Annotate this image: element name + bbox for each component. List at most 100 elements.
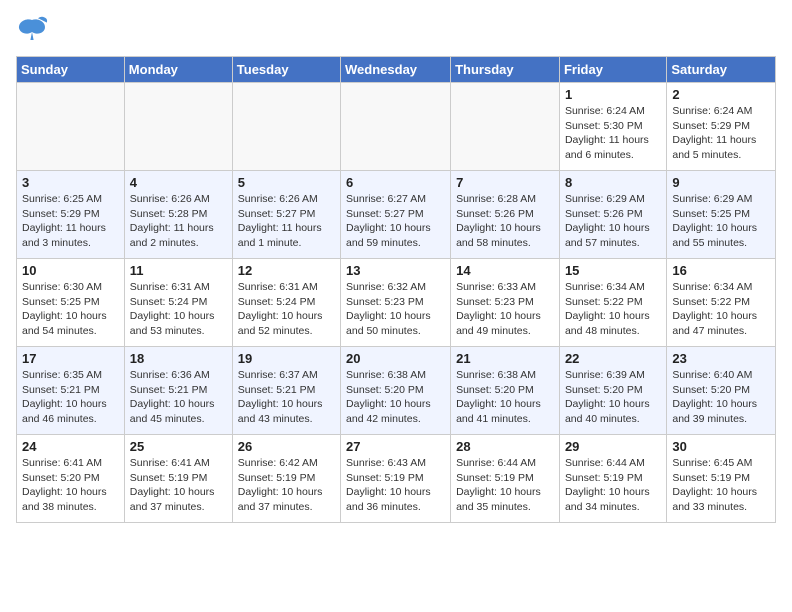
day-number: 4 xyxy=(130,175,227,190)
day-detail: Sunrise: 6:45 AM Sunset: 5:19 PM Dayligh… xyxy=(672,456,770,515)
day-number: 27 xyxy=(346,439,445,454)
calendar-day-cell: 5 Sunrise: 6:26 AM Sunset: 5:27 PM Daylig… xyxy=(232,171,340,259)
calendar-day-cell xyxy=(341,83,451,171)
day-detail: Sunrise: 6:44 AM Sunset: 5:19 PM Dayligh… xyxy=(565,456,661,515)
day-detail: Sunrise: 6:25 AM Sunset: 5:29 PM Dayligh… xyxy=(22,192,119,251)
calendar-day-cell: 26 Sunrise: 6:42 AM Sunset: 5:19 PM Dayli… xyxy=(232,435,340,523)
day-detail: Sunrise: 6:42 AM Sunset: 5:19 PM Dayligh… xyxy=(238,456,335,515)
calendar-day-cell: 17Sunrise: 6:35 AM Sunset: 5:21 PM Dayli… xyxy=(17,347,125,435)
calendar-day-cell: 9Sunrise: 6:29 AM Sunset: 5:25 PM Daylig… xyxy=(667,171,776,259)
day-detail: Sunrise: 6:29 AM Sunset: 5:26 PM Dayligh… xyxy=(565,192,661,251)
day-number: 28 xyxy=(456,439,554,454)
day-number: 15 xyxy=(565,263,661,278)
calendar-day-cell: 27 Sunrise: 6:43 AM Sunset: 5:19 PM Dayli… xyxy=(341,435,451,523)
calendar-day-cell xyxy=(451,83,560,171)
day-number: 19 xyxy=(238,351,335,366)
day-number: 21 xyxy=(456,351,554,366)
calendar-day-cell: 22 Sunrise: 6:39 AM Sunset: 5:20 PM Dayli… xyxy=(559,347,666,435)
day-detail: Sunrise: 6:26 AM Sunset: 5:27 PM Dayligh… xyxy=(238,192,335,251)
logo-icon xyxy=(16,16,48,44)
calendar-week-row: 1 Sunrise: 6:24 AM Sunset: 5:30 PM Daylig… xyxy=(17,83,776,171)
calendar-day-cell: 2Sunrise: 6:24 AM Sunset: 5:29 PM Daylig… xyxy=(667,83,776,171)
calendar-week-row: 10Sunrise: 6:30 AM Sunset: 5:25 PM Dayli… xyxy=(17,259,776,347)
calendar-day-cell: 12 Sunrise: 6:31 AM Sunset: 5:24 PM Dayli… xyxy=(232,259,340,347)
day-detail: Sunrise: 6:36 AM Sunset: 5:21 PM Dayligh… xyxy=(130,368,227,427)
day-detail: Sunrise: 6:38 AM Sunset: 5:20 PM Dayligh… xyxy=(456,368,554,427)
day-detail: Sunrise: 6:24 AM Sunset: 5:30 PM Dayligh… xyxy=(565,104,661,163)
day-number: 29 xyxy=(565,439,661,454)
day-number: 5 xyxy=(238,175,335,190)
weekday-header: Monday xyxy=(124,57,232,83)
calendar-week-row: 17Sunrise: 6:35 AM Sunset: 5:21 PM Dayli… xyxy=(17,347,776,435)
day-number: 10 xyxy=(22,263,119,278)
day-number: 3 xyxy=(22,175,119,190)
day-number: 14 xyxy=(456,263,554,278)
calendar-day-cell: 18 Sunrise: 6:36 AM Sunset: 5:21 PM Dayli… xyxy=(124,347,232,435)
calendar-day-cell: 29 Sunrise: 6:44 AM Sunset: 5:19 PM Dayli… xyxy=(559,435,666,523)
calendar-day-cell: 23 Sunrise: 6:40 AM Sunset: 5:20 PM Dayli… xyxy=(667,347,776,435)
calendar-day-cell: 1 Sunrise: 6:24 AM Sunset: 5:30 PM Daylig… xyxy=(559,83,666,171)
day-detail: Sunrise: 6:31 AM Sunset: 5:24 PM Dayligh… xyxy=(130,280,227,339)
day-number: 6 xyxy=(346,175,445,190)
day-detail: Sunrise: 6:27 AM Sunset: 5:27 PM Dayligh… xyxy=(346,192,445,251)
day-number: 13 xyxy=(346,263,445,278)
calendar-day-cell: 21 Sunrise: 6:38 AM Sunset: 5:20 PM Dayli… xyxy=(451,347,560,435)
day-detail: Sunrise: 6:38 AM Sunset: 5:20 PM Dayligh… xyxy=(346,368,445,427)
day-number: 12 xyxy=(238,263,335,278)
calendar-day-cell: 7Sunrise: 6:28 AM Sunset: 5:26 PM Daylig… xyxy=(451,171,560,259)
calendar-day-cell: 6 Sunrise: 6:27 AM Sunset: 5:27 PM Daylig… xyxy=(341,171,451,259)
logo xyxy=(16,16,52,44)
calendar-day-cell: 16Sunrise: 6:34 AM Sunset: 5:22 PM Dayli… xyxy=(667,259,776,347)
calendar-day-cell: 30 Sunrise: 6:45 AM Sunset: 5:19 PM Dayli… xyxy=(667,435,776,523)
weekday-header: Wednesday xyxy=(341,57,451,83)
calendar-day-cell: 8 Sunrise: 6:29 AM Sunset: 5:26 PM Daylig… xyxy=(559,171,666,259)
day-detail: Sunrise: 6:32 AM Sunset: 5:23 PM Dayligh… xyxy=(346,280,445,339)
day-number: 18 xyxy=(130,351,227,366)
calendar-day-cell: 15 Sunrise: 6:34 AM Sunset: 5:22 PM Dayli… xyxy=(559,259,666,347)
calendar-week-row: 24Sunrise: 6:41 AM Sunset: 5:20 PM Dayli… xyxy=(17,435,776,523)
day-detail: Sunrise: 6:37 AM Sunset: 5:21 PM Dayligh… xyxy=(238,368,335,427)
page-header xyxy=(16,16,776,44)
day-detail: Sunrise: 6:31 AM Sunset: 5:24 PM Dayligh… xyxy=(238,280,335,339)
day-detail: Sunrise: 6:43 AM Sunset: 5:19 PM Dayligh… xyxy=(346,456,445,515)
calendar-day-cell: 28 Sunrise: 6:44 AM Sunset: 5:19 PM Dayli… xyxy=(451,435,560,523)
day-detail: Sunrise: 6:35 AM Sunset: 5:21 PM Dayligh… xyxy=(22,368,119,427)
day-number: 2 xyxy=(672,87,770,102)
day-number: 1 xyxy=(565,87,661,102)
weekday-header: Friday xyxy=(559,57,666,83)
day-number: 8 xyxy=(565,175,661,190)
calendar-table: SundayMondayTuesdayWednesdayThursdayFrid… xyxy=(16,56,776,523)
day-number: 30 xyxy=(672,439,770,454)
day-detail: Sunrise: 6:34 AM Sunset: 5:22 PM Dayligh… xyxy=(565,280,661,339)
calendar-day-cell: 11Sunrise: 6:31 AM Sunset: 5:24 PM Dayli… xyxy=(124,259,232,347)
calendar-day-cell: 10Sunrise: 6:30 AM Sunset: 5:25 PM Dayli… xyxy=(17,259,125,347)
weekday-header: Thursday xyxy=(451,57,560,83)
day-detail: Sunrise: 6:40 AM Sunset: 5:20 PM Dayligh… xyxy=(672,368,770,427)
day-detail: Sunrise: 6:44 AM Sunset: 5:19 PM Dayligh… xyxy=(456,456,554,515)
day-number: 22 xyxy=(565,351,661,366)
weekday-header: Sunday xyxy=(17,57,125,83)
calendar-week-row: 3 Sunrise: 6:25 AM Sunset: 5:29 PM Daylig… xyxy=(17,171,776,259)
day-number: 9 xyxy=(672,175,770,190)
day-detail: Sunrise: 6:28 AM Sunset: 5:26 PM Dayligh… xyxy=(456,192,554,251)
calendar-day-cell: 13 Sunrise: 6:32 AM Sunset: 5:23 PM Dayli… xyxy=(341,259,451,347)
day-number: 20 xyxy=(346,351,445,366)
calendar-day-cell: 19 Sunrise: 6:37 AM Sunset: 5:21 PM Dayli… xyxy=(232,347,340,435)
calendar-day-cell xyxy=(232,83,340,171)
day-number: 26 xyxy=(238,439,335,454)
calendar-day-cell xyxy=(124,83,232,171)
calendar-day-cell: 24Sunrise: 6:41 AM Sunset: 5:20 PM Dayli… xyxy=(17,435,125,523)
calendar-day-cell: 14 Sunrise: 6:33 AM Sunset: 5:23 PM Dayli… xyxy=(451,259,560,347)
day-detail: Sunrise: 6:34 AM Sunset: 5:22 PM Dayligh… xyxy=(672,280,770,339)
day-detail: Sunrise: 6:26 AM Sunset: 5:28 PM Dayligh… xyxy=(130,192,227,251)
day-number: 24 xyxy=(22,439,119,454)
weekday-header: Tuesday xyxy=(232,57,340,83)
weekday-header: Saturday xyxy=(667,57,776,83)
calendar-day-cell: 3 Sunrise: 6:25 AM Sunset: 5:29 PM Daylig… xyxy=(17,171,125,259)
day-number: 23 xyxy=(672,351,770,366)
day-detail: Sunrise: 6:41 AM Sunset: 5:19 PM Dayligh… xyxy=(130,456,227,515)
day-detail: Sunrise: 6:33 AM Sunset: 5:23 PM Dayligh… xyxy=(456,280,554,339)
calendar-day-cell: 20 Sunrise: 6:38 AM Sunset: 5:20 PM Dayli… xyxy=(341,347,451,435)
day-detail: Sunrise: 6:39 AM Sunset: 5:20 PM Dayligh… xyxy=(565,368,661,427)
calendar-day-cell xyxy=(17,83,125,171)
